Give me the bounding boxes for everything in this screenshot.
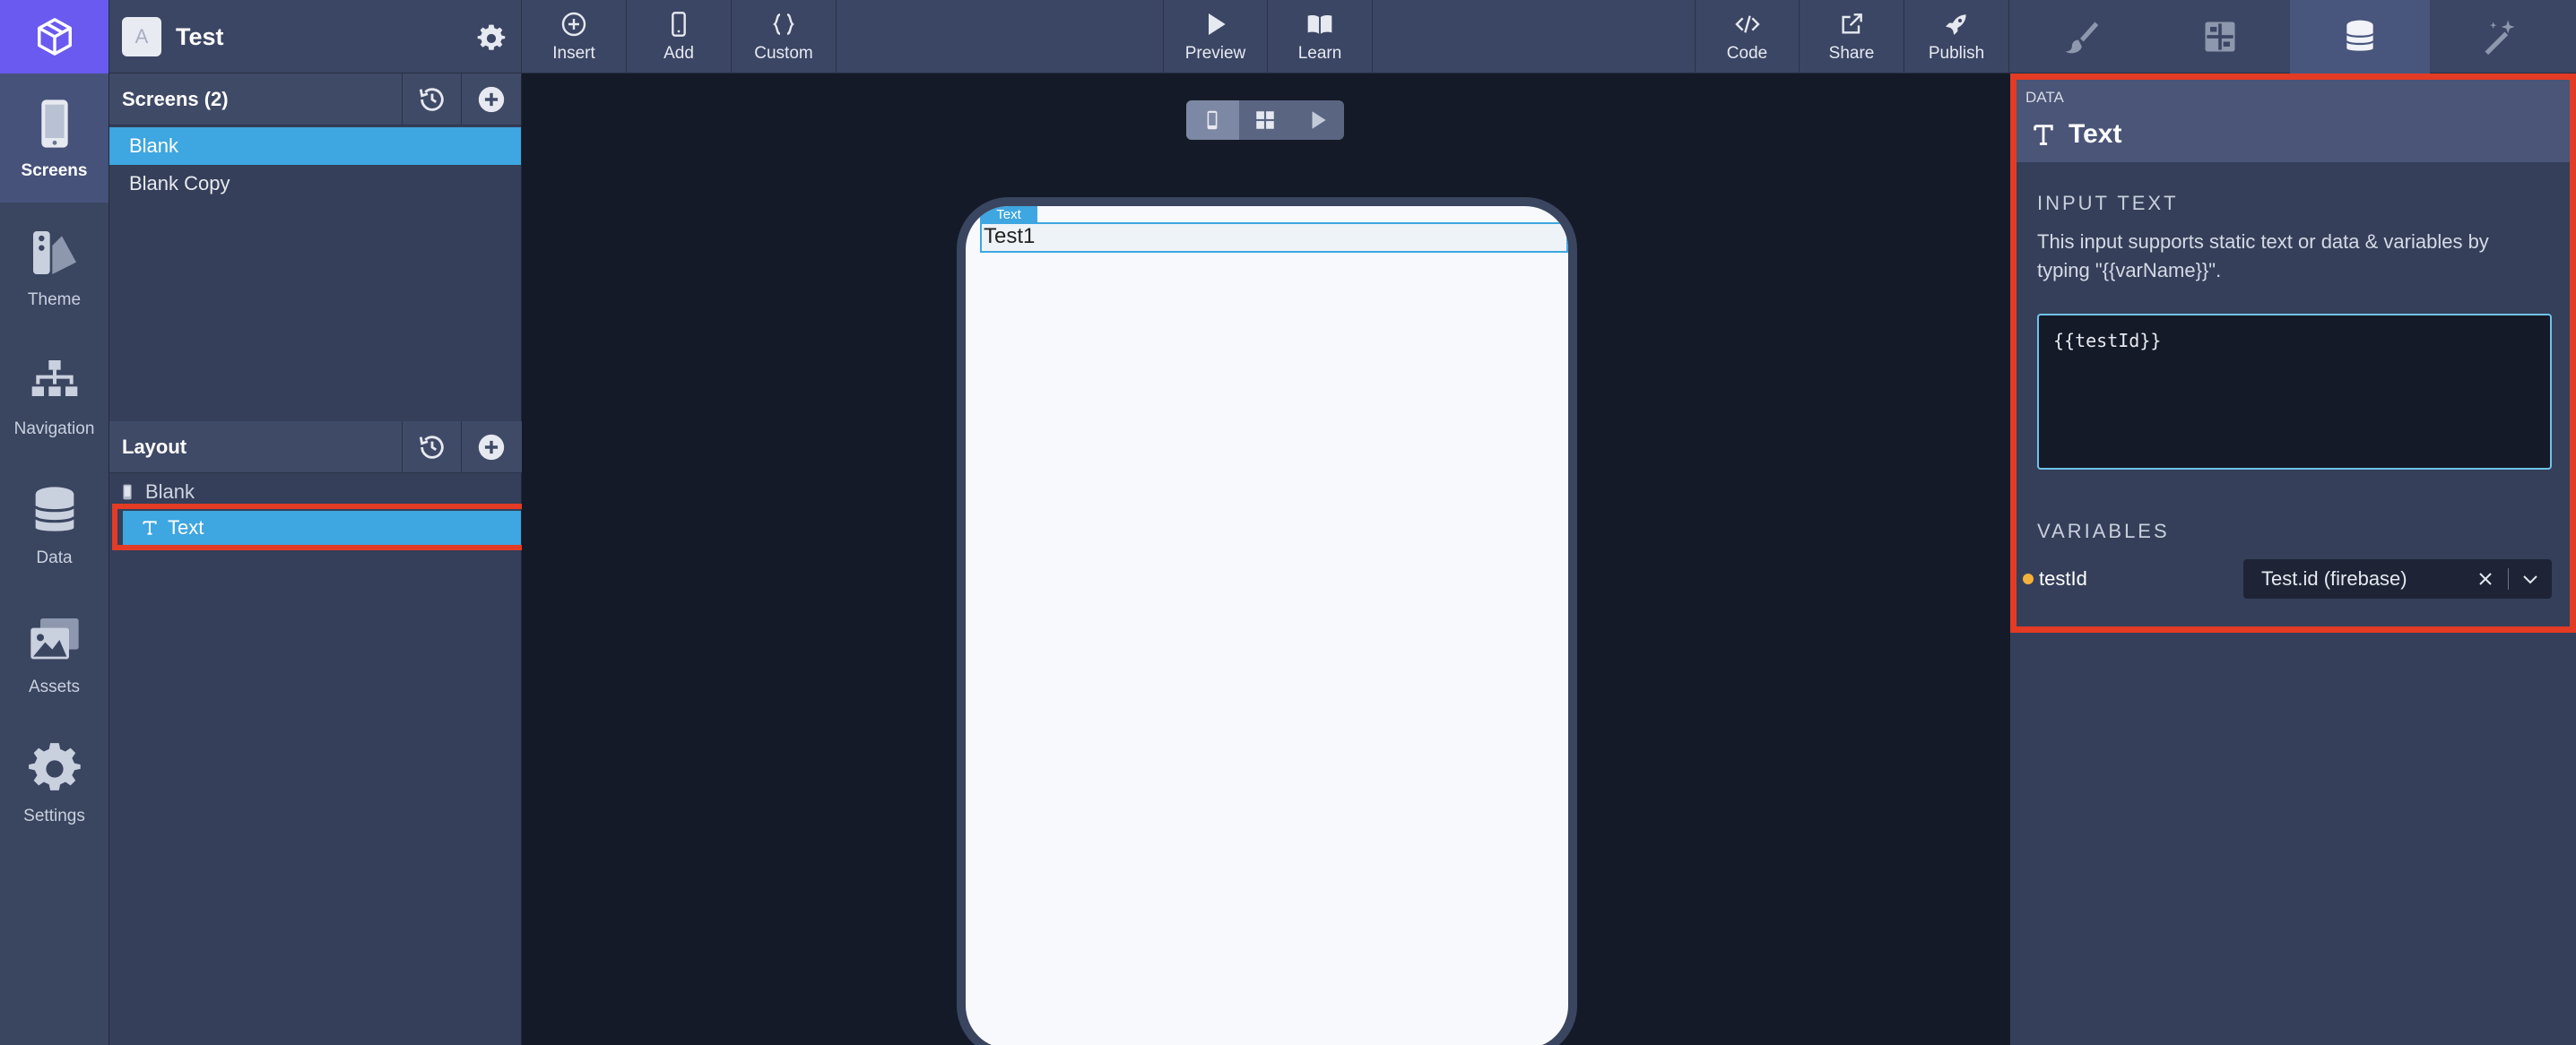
book-icon bbox=[1307, 14, 1332, 34]
rail-item-screens[interactable]: Screens bbox=[0, 73, 108, 203]
rail-label-settings: Settings bbox=[23, 807, 85, 825]
grid-view-button[interactable] bbox=[1239, 100, 1292, 140]
share-button[interactable]: Share bbox=[1800, 0, 1904, 73]
mobile-icon bbox=[672, 12, 686, 37]
layout-title: Layout bbox=[122, 435, 187, 458]
braces-icon bbox=[773, 13, 794, 35]
layout-history-button[interactable] bbox=[402, 421, 461, 473]
canvas: Text Test1 bbox=[522, 73, 2010, 1045]
layout-item-text-label: Text bbox=[168, 516, 204, 539]
rail-label-theme: Theme bbox=[27, 290, 82, 309]
screens-title: Screens (2) bbox=[122, 87, 229, 110]
screen-item-blank[interactable]: Blank bbox=[109, 127, 521, 165]
tab-data[interactable] bbox=[2290, 0, 2430, 73]
cube-logo-icon bbox=[37, 18, 72, 56]
images-icon bbox=[30, 618, 79, 660]
app-name: Test bbox=[176, 22, 224, 50]
mobile-icon bbox=[1207, 110, 1218, 130]
tab-style[interactable] bbox=[2010, 0, 2150, 73]
external-link-icon bbox=[1842, 13, 1862, 34]
tab-layout[interactable] bbox=[2150, 0, 2290, 73]
database-icon bbox=[33, 487, 75, 531]
device-toggle bbox=[1186, 100, 1344, 140]
phone-icon bbox=[123, 484, 132, 500]
rail-item-data[interactable]: Data bbox=[0, 461, 108, 590]
paintbrush-icon bbox=[2065, 22, 2099, 54]
screens-list: Blank Blank Copy bbox=[109, 127, 521, 203]
add-label: Add bbox=[664, 44, 694, 63]
history-icon bbox=[419, 436, 444, 459]
grid-icon bbox=[1256, 111, 1274, 129]
plus-circle-icon bbox=[478, 434, 504, 461]
app-avatar: A bbox=[122, 17, 161, 56]
rail-item-theme[interactable]: Theme bbox=[0, 203, 108, 332]
learn-label: Learn bbox=[1297, 44, 1342, 63]
code-label: Code bbox=[1726, 44, 1768, 63]
component-tag: Text bbox=[980, 206, 1037, 222]
top-toolbar: A Test Insert Add Custom Preview Learn C… bbox=[109, 0, 2576, 73]
palette-icon bbox=[32, 231, 76, 274]
code-button[interactable]: Code bbox=[1695, 0, 1800, 73]
add-screen-button[interactable] bbox=[461, 73, 520, 125]
rail-item-assets[interactable]: Assets bbox=[0, 590, 108, 719]
learn-button[interactable]: Learn bbox=[1268, 0, 1373, 73]
screens-header: Screens (2) bbox=[109, 73, 521, 125]
app-logo[interactable] bbox=[0, 0, 108, 73]
phone-icon bbox=[40, 99, 68, 148]
magic-wand-icon bbox=[2485, 20, 2515, 56]
publish-label: Publish bbox=[1928, 44, 1985, 63]
layout-item-blank-label: Blank bbox=[145, 480, 195, 503]
phone-preview: Text Test1 bbox=[957, 197, 1577, 1045]
rail-label-navigation: Navigation bbox=[13, 419, 95, 438]
properties-panel: DATA Text INPUT TEXT This input supports… bbox=[2010, 73, 2576, 1045]
app-settings-gear-icon[interactable] bbox=[476, 23, 507, 54]
add-component-button[interactable] bbox=[461, 421, 520, 473]
preview-button[interactable]: Preview bbox=[1163, 0, 1268, 73]
rail-label-data: Data bbox=[36, 548, 73, 567]
share-label: Share bbox=[1828, 44, 1875, 63]
rail-item-settings[interactable]: Settings bbox=[0, 719, 108, 848]
plus-circle-icon bbox=[478, 86, 504, 113]
play-preview-button[interactable] bbox=[1291, 100, 1344, 140]
database-icon bbox=[2346, 20, 2374, 51]
left-rail: Screens Theme Navigation Data Assets Set… bbox=[0, 0, 109, 1045]
rail-item-navigation[interactable]: Navigation bbox=[0, 332, 108, 461]
layout-grid-icon bbox=[2205, 22, 2235, 52]
tab-actions[interactable] bbox=[2430, 0, 2570, 73]
gear-icon bbox=[28, 743, 81, 790]
phone-view-button[interactable] bbox=[1186, 100, 1239, 140]
code-icon bbox=[1734, 15, 1760, 33]
text-type-icon bbox=[143, 521, 157, 535]
layout-header: Layout bbox=[109, 421, 522, 473]
rail-label-assets: Assets bbox=[28, 678, 81, 696]
play-icon bbox=[1312, 111, 1326, 129]
publish-button[interactable]: Publish bbox=[1904, 0, 2009, 73]
screens-history-button[interactable] bbox=[402, 73, 461, 125]
custom-label: Custom bbox=[754, 44, 813, 63]
rocket-icon bbox=[1946, 14, 1966, 35]
custom-button[interactable]: Custom bbox=[732, 0, 837, 73]
sitemap-icon bbox=[31, 360, 77, 396]
app-header: A Test bbox=[109, 0, 522, 73]
text-component[interactable]: Test1 bbox=[980, 222, 1568, 253]
properties-highlight-outline bbox=[2010, 73, 2576, 633]
layout-item-text[interactable]: Text bbox=[123, 511, 521, 545]
screen-item-blank-copy[interactable]: Blank Copy bbox=[109, 165, 521, 203]
screens-panel: Screens (2) Blank Blank Copy Layout Blan… bbox=[109, 73, 533, 1045]
rail-label-screens: Screens bbox=[21, 161, 88, 180]
add-button[interactable]: Add bbox=[627, 0, 732, 73]
insert-button[interactable]: Insert bbox=[522, 0, 627, 73]
plus-circle-icon bbox=[561, 12, 586, 37]
history-icon bbox=[419, 88, 444, 111]
play-icon bbox=[1208, 13, 1226, 35]
layout-item-text-highlight: Text bbox=[112, 504, 533, 550]
insert-label: Insert bbox=[552, 44, 595, 63]
preview-label: Preview bbox=[1184, 44, 1246, 63]
